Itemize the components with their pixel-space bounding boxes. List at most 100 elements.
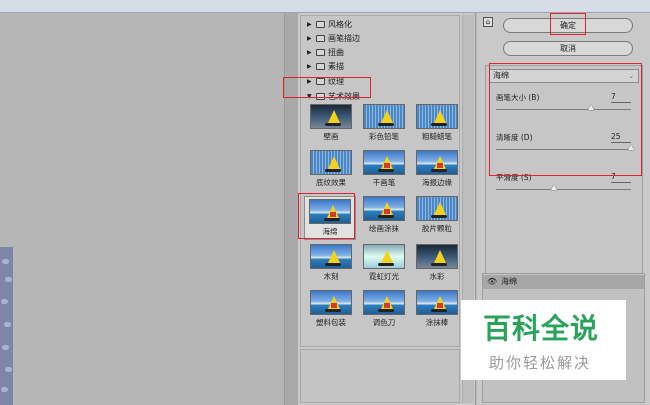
definition-input[interactable]: 25 [611,132,631,143]
param-label: 画笔大小 (B) [496,93,540,102]
filter-label: 海报边缘 [422,178,452,187]
slider-track[interactable] [496,109,631,110]
slider-track[interactable] [496,189,631,190]
filter-thumbnail [310,290,352,315]
expand-arrow-icon[interactable]: ▶ [307,21,313,28]
eye-icon[interactable]: 👁 [487,275,497,289]
filter-cutout[interactable]: 木刻 [306,244,356,284]
category-label: 素描 [328,61,344,71]
collapse-gallery-icon[interactable]: ⌂ [483,17,493,27]
expand-arrow-icon[interactable]: ▶ [307,49,313,56]
filter-plastic-wrap[interactable]: 塑料包装 [306,290,356,330]
effect-layer-label: 海绵 [501,277,517,286]
filter-thumbnail [416,244,458,269]
folder-icon [316,77,325,85]
filter-label: 调色刀 [372,318,396,327]
param-label: 平滑度 (S) [496,173,532,182]
expand-arrow-icon[interactable]: ▶ [307,63,313,70]
filter-dry-brush[interactable]: 干画笔 [359,150,409,190]
watermark-subtitle: 助你轻松解决 [489,354,592,372]
filter-select[interactable]: 海绵 ⌄ [489,69,639,83]
collapse-arrow-icon[interactable]: ▼ [307,93,313,100]
slider-knob[interactable] [628,145,634,150]
filter-label: 胶片颗粒 [422,224,452,233]
chevron-down-icon: ⌄ [628,72,634,80]
open-folder-icon [316,92,325,100]
tree-empty-area [300,349,460,403]
folder-icon [316,48,325,56]
cancel-button[interactable]: 取消 [503,41,633,56]
filter-label: 塑料包装 [316,318,346,327]
category-artistic[interactable]: ▼ 艺术效果 [307,90,360,102]
param-brush-size: 画笔大小 (B) 7 [496,92,631,120]
preview-canvas[interactable] [0,13,298,405]
filter-underpainting[interactable]: 底纹效果 [306,150,356,190]
filter-label: 涂抹棒 [425,318,449,327]
filter-label: 彩色铅笔 [369,132,399,141]
filter-label: 绘画涂抹 [369,224,399,233]
filter-thumbnail [363,150,405,175]
slider-track[interactable] [496,149,631,150]
ok-button[interactable]: 确定 [503,18,633,33]
watermark-title: 百科全说 [483,312,600,345]
param-label: 清晰度 (D) [496,133,533,142]
filter-palette-knife[interactable]: 调色刀 [359,290,409,330]
param-smoothness: 平滑度 (S) 7 [496,172,631,200]
filter-thumbnail [310,104,352,129]
preview-scrollbar[interactable] [284,13,298,405]
filter-poster-edges[interactable]: 海报边缘 [412,150,462,190]
expand-arrow-icon[interactable]: ▶ [307,35,313,42]
slider-knob[interactable] [551,185,558,190]
expand-arrow-icon[interactable]: ▶ [307,78,313,85]
category-brush-strokes[interactable]: ▶ 画笔描边 [307,32,360,44]
category-label: 艺术效果 [328,91,360,101]
folder-icon [316,20,325,28]
category-label: 纹理 [328,76,344,86]
filter-list: ▶ 风格化 ▶ 画笔描边 ▶ 扭曲 ▶ 素描 ▶ 纹理 ▼ 艺术效果 壁画 彩色… [300,15,460,347]
effect-layer-row[interactable]: 👁 海绵 [483,275,644,289]
filter-label: 海绵 [322,227,338,236]
filter-gallery-tree: ▶ 风格化 ▶ 画笔描边 ▶ 扭曲 ▶ 素描 ▶ 纹理 ▼ 艺术效果 壁画 彩色… [298,13,476,405]
filter-label: 霓虹灯光 [369,272,399,281]
filter-paint-daubs[interactable]: 绘画涂抹 [359,196,409,236]
param-definition: 清晰度 (D) 25 [496,132,634,160]
filter-sponge[interactable]: 海绵 [304,196,356,240]
category-stylize[interactable]: ▶ 风格化 [307,18,352,30]
category-label: 画笔描边 [328,33,360,43]
filter-label: 水彩 [429,272,445,281]
filter-select-value: 海绵 [493,71,509,80]
filter-thumbnail [416,196,458,221]
title-bar [0,0,650,13]
category-texture[interactable]: ▶ 纹理 [307,75,344,87]
filter-thumbnail [363,244,405,269]
filter-label: 木刻 [323,272,339,281]
watermark: 百科全说 助你轻松解决 [461,300,626,380]
filter-label: 干画笔 [372,178,396,187]
slider-knob[interactable] [587,105,594,110]
preview-image-edge [0,247,13,405]
brush-size-input[interactable]: 7 [611,92,631,103]
filter-film-grain[interactable]: 胶片颗粒 [412,196,462,236]
filter-options-panel: 海绵 ⌄ 画笔大小 (B) 7 清晰度 (D) 25 平滑度 (S) 7 [485,65,643,280]
filter-fresco[interactable]: 壁画 [306,104,356,144]
filter-watercolor[interactable]: 水彩 [412,244,462,284]
folder-icon [316,34,325,42]
filter-label: 壁画 [323,132,339,141]
filter-smudge-stick[interactable]: 涂抹棒 [412,290,462,330]
filter-thumbnail [363,104,405,129]
filter-thumbnail [363,290,405,315]
filter-thumbnail [363,196,405,221]
folder-icon [316,62,325,70]
filter-neon-glow[interactable]: 霓虹灯光 [359,244,409,284]
filter-rough-pastels[interactable]: 粗糙蜡笔 [412,104,462,144]
category-label: 风格化 [328,19,352,29]
category-distort[interactable]: ▶ 扭曲 [307,46,344,58]
smoothness-input[interactable]: 7 [611,172,631,183]
filter-colored-pencil[interactable]: 彩色铅笔 [359,104,409,144]
filter-label: 底纹效果 [316,178,346,187]
category-label: 扭曲 [328,47,344,57]
filter-thumbnail [310,244,352,269]
filter-thumbnail [310,150,352,175]
category-sketch[interactable]: ▶ 素描 [307,60,344,72]
filter-thumbnail [309,199,351,224]
